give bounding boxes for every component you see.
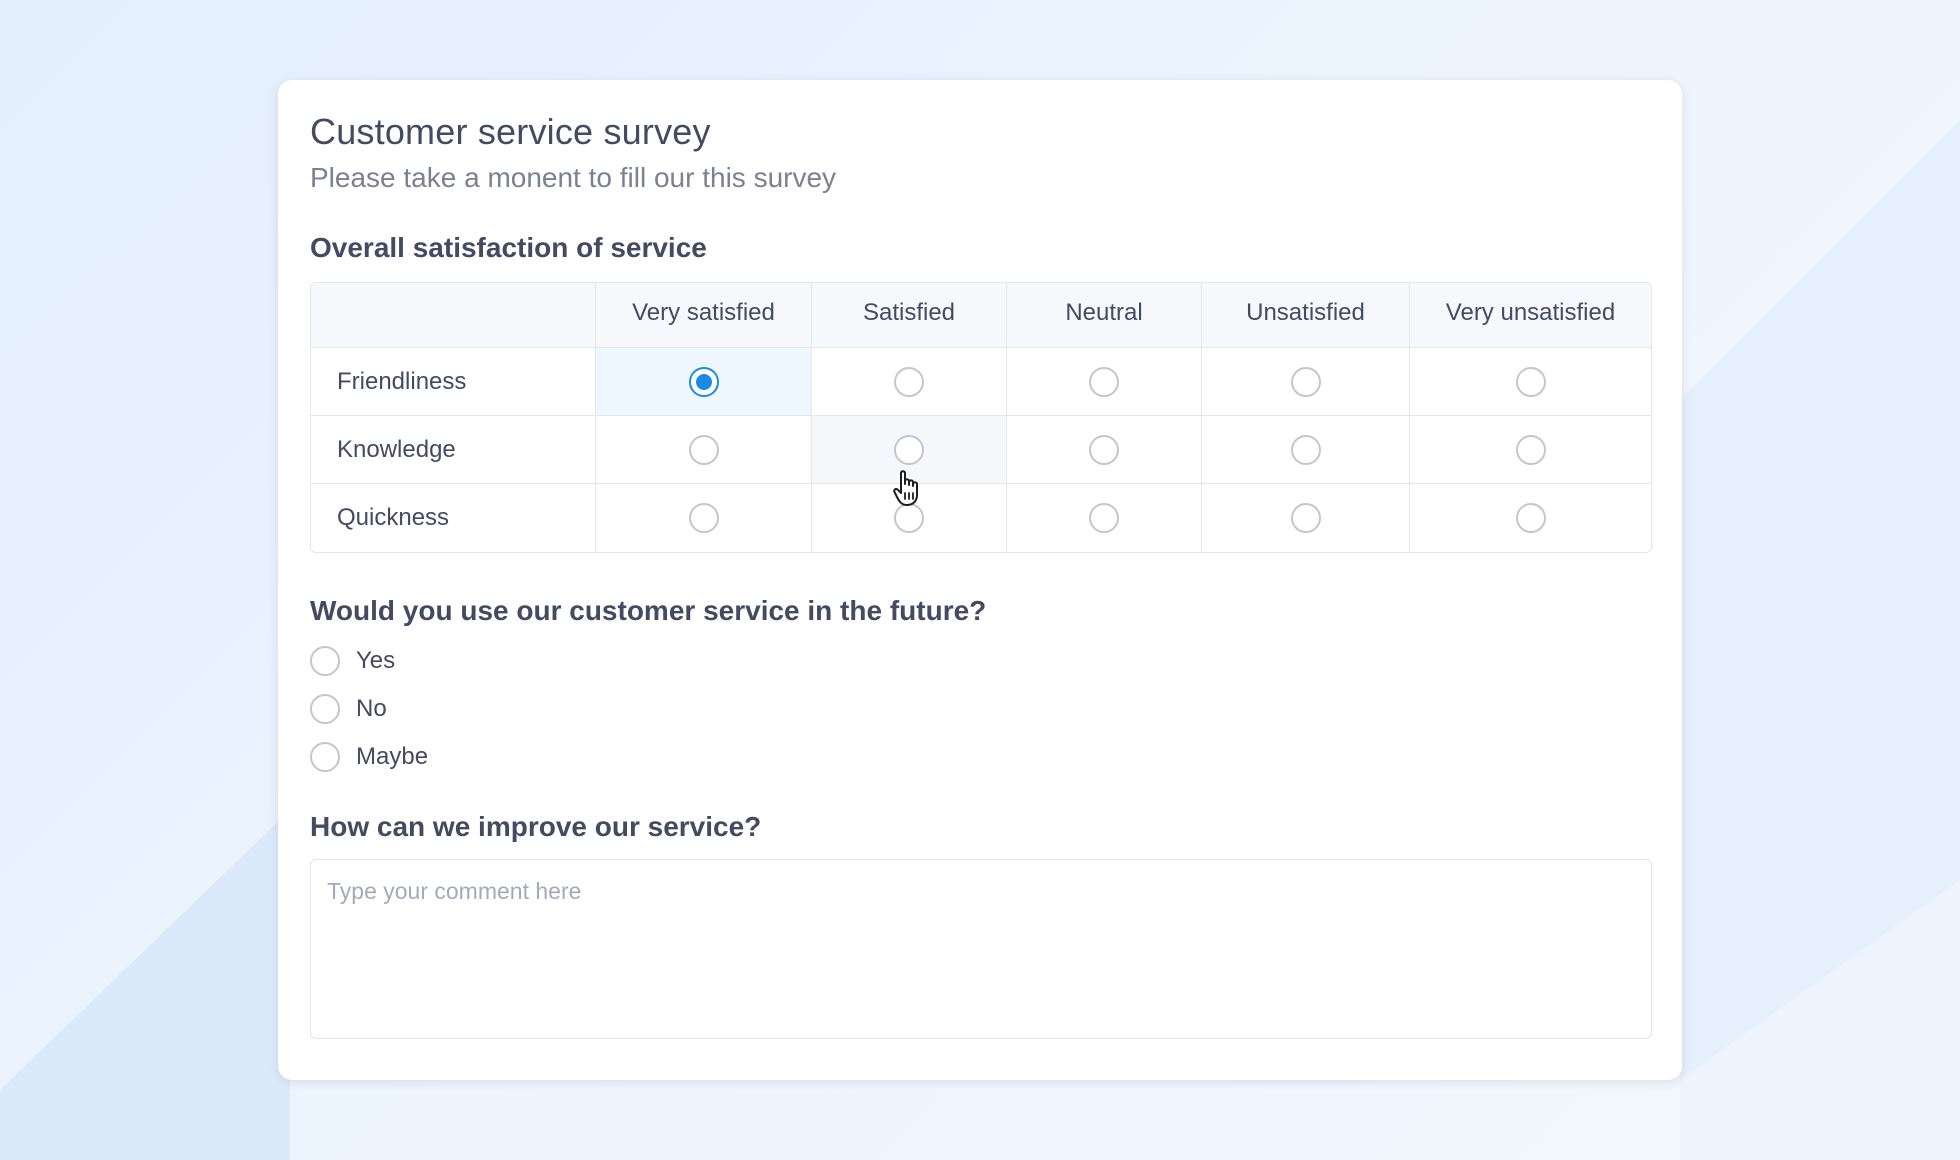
radio-knowledge-unsatisfied[interactable] — [1290, 434, 1321, 465]
radio-knowledge-very-satisfied[interactable] — [688, 434, 719, 465]
radio-quickness-very-satisfied[interactable] — [688, 503, 719, 533]
column-header-unsatisfied: Unsatisfied — [1202, 283, 1410, 348]
cell-friendliness-neutral[interactable] — [1007, 348, 1202, 416]
column-header-very-satisfied: Very satisfied — [596, 283, 812, 348]
matrix-header-empty — [311, 283, 596, 348]
row-label-knowledge: Knowledge — [311, 416, 596, 484]
comment-textarea[interactable] — [310, 859, 1652, 1039]
column-header-very-unsatisfied: Very unsatisfied — [1410, 283, 1651, 348]
option-yes-label: Yes — [356, 647, 396, 674]
radio-quickness-unsatisfied[interactable] — [1290, 503, 1321, 533]
radio-friendliness-satisfied[interactable] — [894, 366, 924, 397]
cell-friendliness-very-unsatisfied[interactable] — [1410, 348, 1651, 416]
option-no-label: No — [356, 695, 387, 722]
option-no[interactable]: No — [310, 685, 1650, 733]
cell-friendliness-very-satisfied[interactable] — [596, 348, 812, 416]
cell-knowledge-unsatisfied[interactable] — [1202, 416, 1410, 484]
option-yes[interactable]: Yes — [310, 637, 1650, 685]
matrix-question-title: Overall satisfaction of service — [310, 232, 707, 263]
matrix-row-knowledge: Knowledge — [311, 416, 1651, 484]
radio-knowledge-satisfied[interactable] — [894, 434, 924, 465]
radio-friendliness-very-satisfied[interactable] — [688, 366, 719, 397]
cell-friendliness-satisfied[interactable] — [812, 348, 1007, 416]
radio-no[interactable] — [310, 694, 340, 724]
row-label-quickness: Quickness — [311, 484, 596, 552]
cell-knowledge-very-satisfied[interactable] — [596, 416, 812, 484]
radio-friendliness-unsatisfied[interactable] — [1290, 366, 1321, 397]
survey-title: Customer service survey — [310, 111, 711, 152]
radio-knowledge-neutral[interactable] — [1089, 434, 1119, 465]
radio-friendliness-very-unsatisfied[interactable] — [1515, 366, 1546, 397]
cell-knowledge-satisfied[interactable] — [812, 416, 1007, 484]
matrix-row-quickness: Quickness — [311, 484, 1651, 552]
survey-subtitle: Please take a monent to fill our this su… — [310, 162, 837, 193]
cell-quickness-neutral[interactable] — [1007, 484, 1202, 552]
cell-quickness-very-unsatisfied[interactable] — [1410, 484, 1651, 552]
option-maybe[interactable]: Maybe — [310, 733, 1650, 781]
matrix-row-friendliness: Friendliness — [311, 348, 1651, 416]
radio-knowledge-very-unsatisfied[interactable] — [1515, 434, 1546, 465]
cell-friendliness-unsatisfied[interactable] — [1202, 348, 1410, 416]
column-header-neutral: Neutral — [1007, 283, 1202, 348]
radio-quickness-neutral[interactable] — [1089, 503, 1119, 533]
matrix-header-row: Very satisfied Satisfied Neutral Unsatis… — [311, 283, 1651, 348]
option-maybe-label: Maybe — [356, 743, 429, 770]
survey-card: Customer service survey Please take a mo… — [278, 80, 1682, 1080]
radio-quickness-satisfied[interactable] — [894, 503, 924, 533]
cell-quickness-very-satisfied[interactable] — [596, 484, 812, 552]
future-options: Yes No Maybe — [310, 637, 1650, 781]
cell-knowledge-neutral[interactable] — [1007, 416, 1202, 484]
radio-friendliness-neutral[interactable] — [1089, 366, 1119, 397]
row-label-friendliness: Friendliness — [311, 348, 596, 416]
cell-quickness-satisfied[interactable] — [812, 484, 1007, 552]
cell-quickness-unsatisfied[interactable] — [1202, 484, 1410, 552]
radio-maybe[interactable] — [310, 742, 340, 772]
future-question-title: Would you use our customer service in th… — [310, 595, 987, 626]
radio-yes[interactable] — [310, 646, 340, 676]
column-header-satisfied: Satisfied — [812, 283, 1007, 348]
cell-knowledge-very-unsatisfied[interactable] — [1410, 416, 1651, 484]
satisfaction-matrix: Very satisfied Satisfied Neutral Unsatis… — [310, 282, 1652, 553]
radio-quickness-very-unsatisfied[interactable] — [1515, 503, 1546, 533]
improve-question-title: How can we improve our service? — [310, 811, 762, 842]
